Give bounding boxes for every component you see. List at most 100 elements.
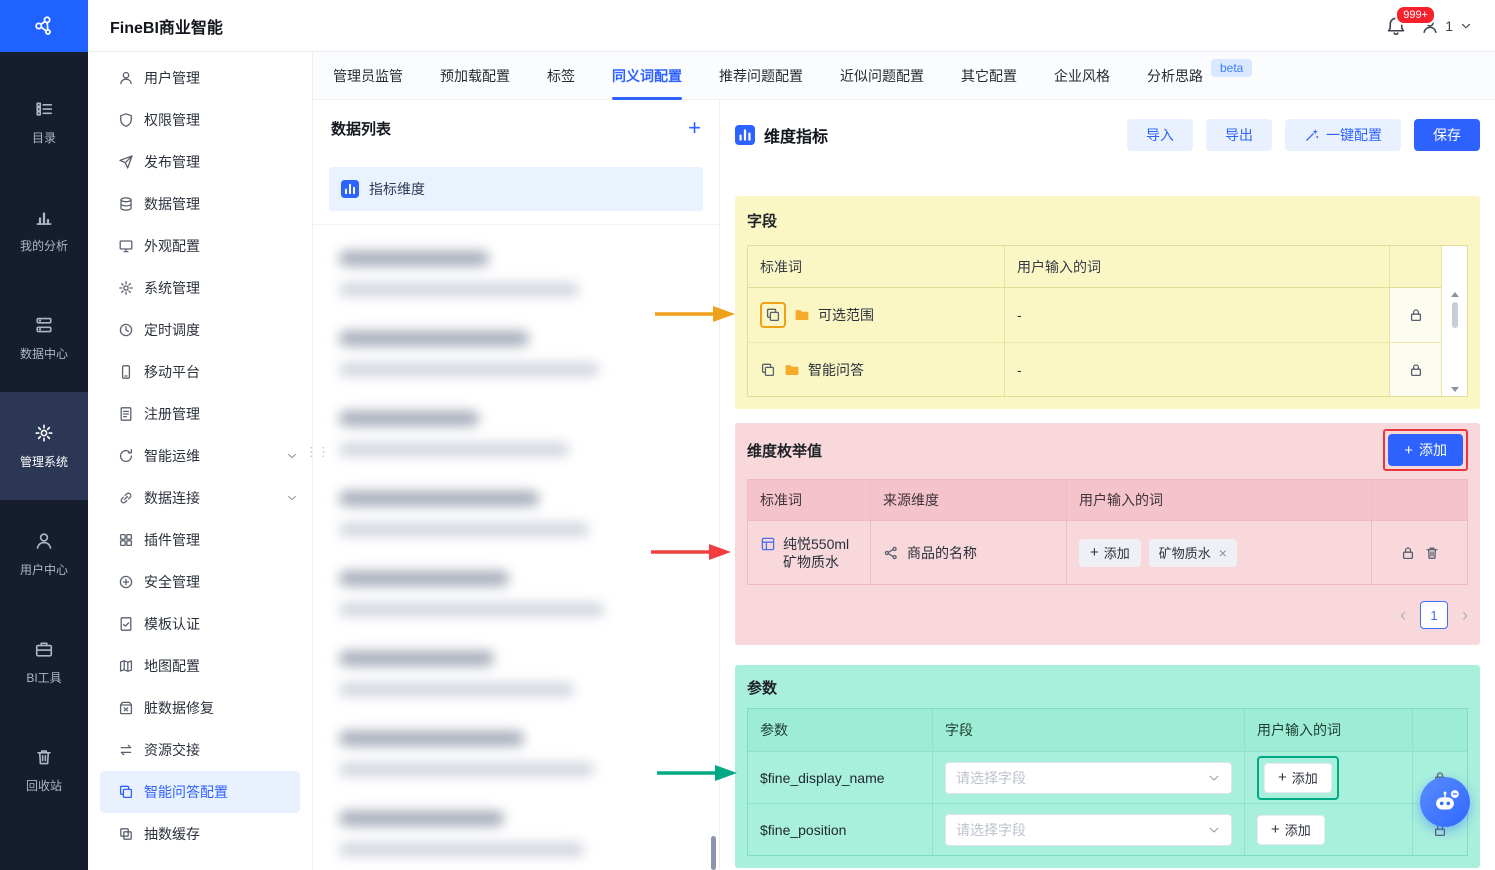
pagination-next[interactable]: › <box>1462 606 1468 624</box>
field-select[interactable]: 请选择字段 <box>945 813 1232 846</box>
menu-item-plugin-management[interactable]: 插件管理 <box>88 519 312 561</box>
rail-item-label: 目录 <box>31 130 56 145</box>
field-row-user-words-cell: - <box>1004 288 1389 342</box>
rail-item-recycle-bin[interactable]: 回收站 <box>0 716 88 824</box>
copy-icon[interactable] <box>765 307 781 323</box>
menu-item-permission-management[interactable]: 权限管理 <box>88 99 312 141</box>
tab-analysis-ideas[interactable]: 分析思路 beta <box>1147 52 1253 100</box>
menu-item-label: 定时调度 <box>144 322 200 338</box>
data-list-title: 数据列表 <box>331 120 392 138</box>
menu-item-registration-management[interactable]: 注册管理 <box>88 393 312 435</box>
data-list-header: 数据列表 + <box>313 100 719 139</box>
pagination-prev[interactable]: ‹ <box>1400 606 1406 624</box>
tab-enterprise-style[interactable]: 企业风格 <box>1054 52 1110 100</box>
chart-icon <box>341 180 359 198</box>
menu-item-appearance-config[interactable]: 外观配置 <box>88 225 312 267</box>
one-click-config-button[interactable]: 一键配置 <box>1285 119 1401 151</box>
button-label: 保存 <box>1433 127 1461 143</box>
tab-recommended-questions[interactable]: 推荐问题配置 <box>719 52 803 100</box>
menu-item-extraction-cache[interactable]: 抽数缓存 <box>88 813 312 855</box>
scrollbar-thumb[interactable] <box>711 836 716 870</box>
rail-item-my-analysis[interactable]: 我的分析 <box>0 176 88 284</box>
config-header: 维度指标 导入 导出 一键配置 保存 <box>735 100 1480 170</box>
button-label: 添加 <box>1419 442 1447 458</box>
config-actions: 导入 导出 一键配置 保存 <box>1127 119 1480 151</box>
list-item[interactable] <box>339 811 693 856</box>
pagination: ‹ 1 › <box>747 601 1468 629</box>
menu-item-publish-management[interactable]: 发布管理 <box>88 141 312 183</box>
list-item[interactable] <box>339 491 693 536</box>
list-item[interactable] <box>339 731 693 776</box>
catalog-icon <box>36 101 53 116</box>
data-center-icon <box>36 317 52 332</box>
chat-assistant-button[interactable] <box>1420 777 1470 827</box>
list-item[interactable] <box>339 571 693 616</box>
menu-item-label: 外观配置 <box>144 238 200 254</box>
rail-item-catalog[interactable]: 目录 <box>0 68 88 176</box>
copy-icon[interactable] <box>760 362 776 378</box>
menu-item-data-connection[interactable]: 数据连接 <box>88 477 312 519</box>
tab-admin-supervision[interactable]: 管理员监管 <box>333 52 403 100</box>
gear-icon <box>118 280 134 296</box>
menu-item-scheduled-tasks[interactable]: 定时调度 <box>88 309 312 351</box>
scrollbar-thumb[interactable] <box>1451 302 1458 328</box>
rail-item-admin-system[interactable]: 管理系统 <box>0 392 88 500</box>
tab-tags[interactable]: 标签 <box>547 52 575 100</box>
menu-item-data-management[interactable]: 数据管理 <box>88 183 312 225</box>
list-item[interactable] <box>339 411 693 456</box>
lock-icon[interactable] <box>1408 362 1424 378</box>
trash-icon[interactable] <box>1424 545 1440 561</box>
enum-table: 标准词 来源维度 用户输入的词 纯悦550ml矿物质水 商品的名称 + 添加 矿… <box>747 479 1468 585</box>
content-row: 用户管理 权限管理 发布管理 数据管理 外观配置 系统管理 定时调度 移动平台 … <box>88 52 1495 870</box>
tab-similar-questions[interactable]: 近似问题配置 <box>840 52 924 100</box>
panel-resize-handle[interactable]: ⋮⋮ <box>305 444 330 460</box>
add-word-button[interactable]: + 添加 <box>1079 538 1141 567</box>
table-scrollbar[interactable] <box>1441 246 1467 396</box>
menu-item-resource-handover[interactable]: 资源交接 <box>88 729 312 771</box>
tab-synonym-config[interactable]: 同义词配置 <box>612 52 682 100</box>
menu-item-intelligent-ops[interactable]: 智能运维 <box>88 435 312 477</box>
scroll-down-arrow[interactable] <box>1450 387 1459 392</box>
notification-bell[interactable]: 999+ <box>1386 4 1436 36</box>
chevron-down-icon <box>1209 775 1219 780</box>
menu-item-label: 系统管理 <box>144 280 200 296</box>
magic-wand-icon <box>1306 129 1319 141</box>
data-item-indicator-dimension[interactable]: 指标维度 <box>329 167 703 211</box>
menu-item-intelligent-qa-config[interactable]: 智能问答配置 <box>100 771 300 813</box>
menu-item-dirty-data-repair[interactable]: 脏数据修复 <box>88 687 312 729</box>
add-data-button[interactable]: + <box>688 117 701 139</box>
pagination-page-1[interactable]: 1 <box>1420 601 1448 629</box>
button-label: 一键配置 <box>1326 127 1382 143</box>
list-item[interactable] <box>339 331 693 376</box>
close-icon[interactable]: × <box>1219 546 1227 560</box>
menu-item-map-config[interactable]: 地图配置 <box>88 645 312 687</box>
table-icon <box>761 537 775 550</box>
list-item[interactable] <box>339 251 693 296</box>
menu-item-user-management[interactable]: 用户管理 <box>88 57 312 99</box>
app-logo[interactable] <box>0 0 88 52</box>
lock-icon[interactable] <box>1408 307 1424 323</box>
menu-item-mobile-platform[interactable]: 移动平台 <box>88 351 312 393</box>
add-word-button[interactable]: + 添加 <box>1257 814 1325 845</box>
tab-other-config[interactable]: 其它配置 <box>961 52 1017 100</box>
menu-item-label: 数据管理 <box>144 196 200 212</box>
menu-item-security-management[interactable]: 安全管理 <box>88 561 312 603</box>
save-button[interactable]: 保存 <box>1414 119 1480 151</box>
rail-item-bi-tools[interactable]: BI工具 <box>0 608 88 716</box>
menu-item-template-authentication[interactable]: 模板认证 <box>88 603 312 645</box>
rail-item-user-center[interactable]: 用户中心 <box>0 500 88 608</box>
annotation-box-orange <box>760 302 786 328</box>
field-select[interactable]: 请选择字段 <box>945 761 1232 794</box>
list-item[interactable] <box>339 651 693 696</box>
lock-icon[interactable] <box>1400 545 1416 561</box>
add-enum-button[interactable]: + 添加 <box>1388 434 1463 466</box>
tab-preload-config[interactable]: 预加载配置 <box>440 52 510 100</box>
import-button[interactable]: 导入 <box>1127 119 1193 151</box>
col-header-actions <box>1389 246 1441 288</box>
add-word-button[interactable]: + 添加 <box>1264 762 1332 793</box>
menu-item-label: 用户管理 <box>144 70 200 86</box>
menu-item-system-management[interactable]: 系统管理 <box>88 267 312 309</box>
scroll-up-arrow[interactable] <box>1450 292 1459 297</box>
export-button[interactable]: 导出 <box>1206 119 1272 151</box>
rail-item-data-center[interactable]: 数据中心 <box>0 284 88 392</box>
